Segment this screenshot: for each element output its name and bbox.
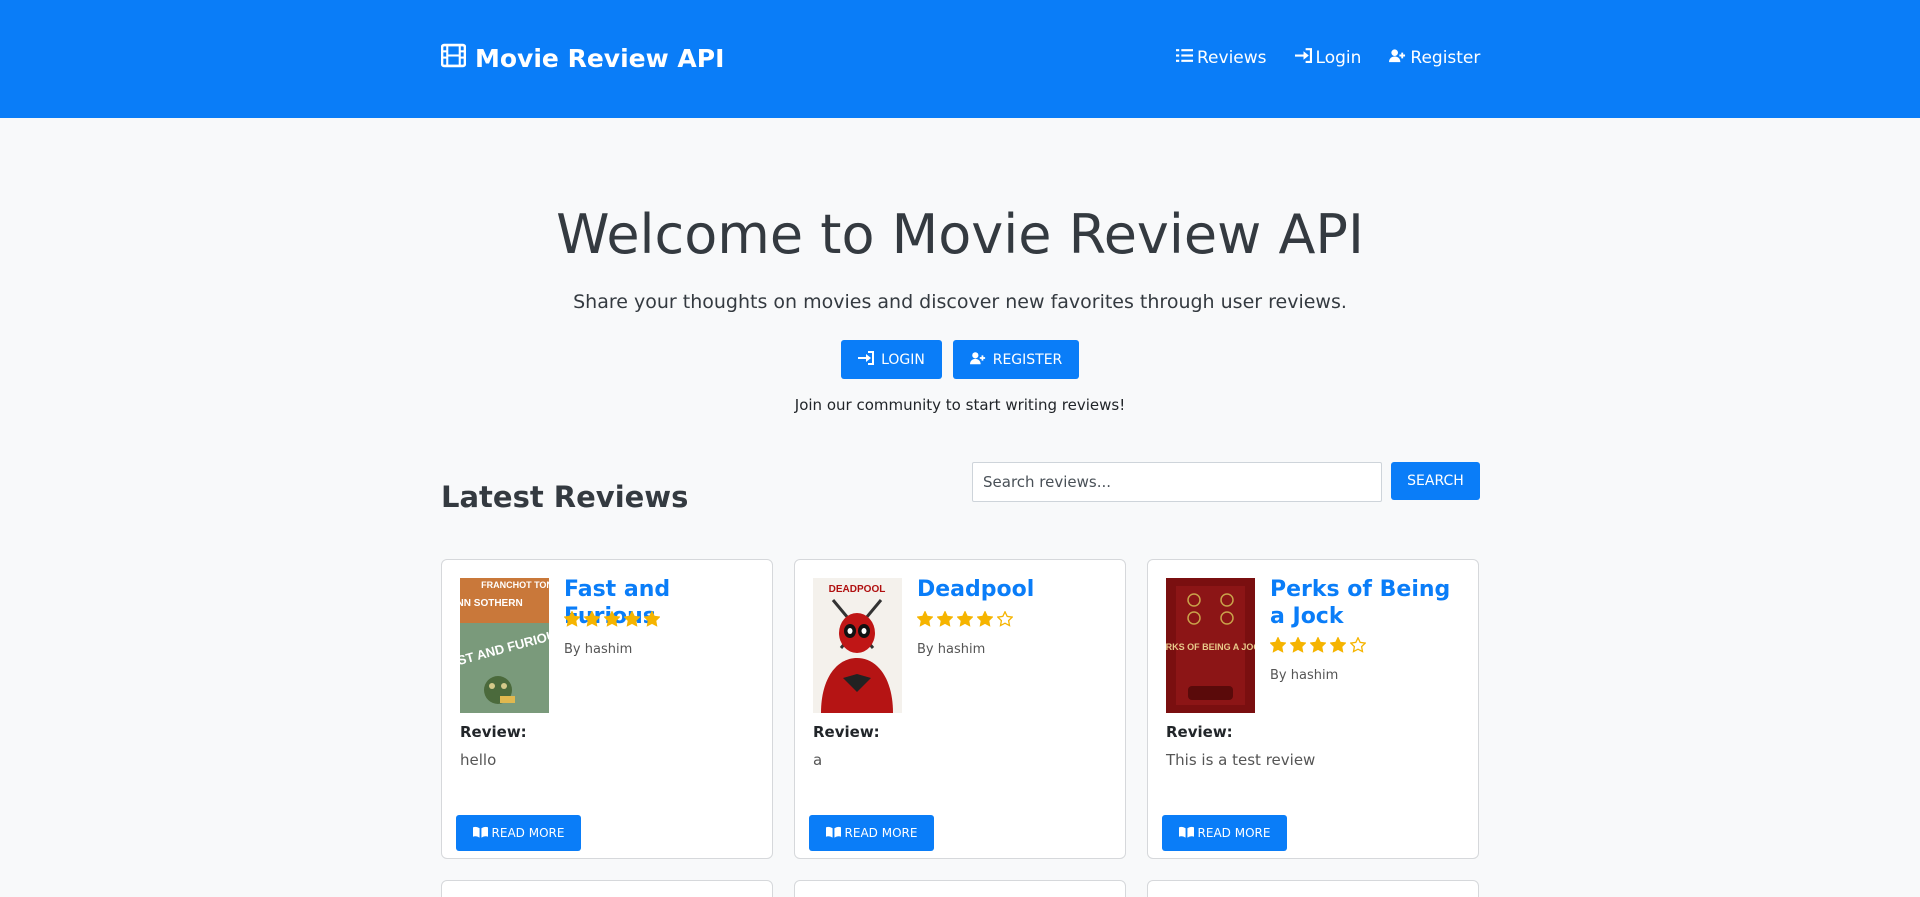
star-filled-icon — [1309, 636, 1327, 657]
brand[interactable]: Movie Review API — [440, 43, 725, 74]
sign-in-icon — [858, 350, 881, 369]
brand-title: Movie Review API — [475, 44, 725, 73]
read-more-label: Read More — [1197, 826, 1271, 840]
review-label: Review: — [460, 723, 527, 741]
read-more-button[interactable]: Read More — [809, 815, 934, 851]
nav-links: Reviews Login Register — [1176, 48, 1480, 68]
read-more-button[interactable]: Read More — [456, 815, 581, 851]
review-author: By hashim — [917, 642, 986, 657]
star-filled-icon — [623, 610, 641, 631]
star-filled-icon — [956, 610, 974, 631]
poster-text: ANN SOTHERN — [460, 598, 523, 609]
review-label: Review: — [813, 723, 880, 741]
star-empty-icon — [1349, 636, 1367, 657]
user-plus-icon — [1389, 48, 1410, 68]
login-button-label: Login — [881, 351, 925, 368]
poster-text: FRANCHOT TONE — [481, 580, 549, 590]
review-card: DEADPOOL Deadpool By hashim Review: a Re… — [794, 559, 1126, 859]
movie-title-link[interactable]: Perks of Being a Jock — [1270, 576, 1465, 630]
join-text: Join our community to start writing revi… — [794, 396, 1126, 414]
nav-link-label: Login — [1315, 48, 1362, 68]
star-rating — [563, 610, 661, 631]
movie-poster[interactable]: PERKS OF BEING A JOCK — [1166, 578, 1255, 713]
star-filled-icon — [976, 610, 994, 631]
book-open-icon — [825, 826, 845, 841]
star-filled-icon — [936, 610, 954, 631]
sign-in-icon — [1294, 48, 1316, 68]
search-input[interactable] — [972, 462, 1382, 502]
review-text: This is a test review — [1166, 751, 1316, 769]
hero-buttons: Login Register — [841, 340, 1079, 379]
register-button[interactable]: Register — [953, 340, 1079, 379]
book-open-icon — [472, 826, 492, 841]
review-author: By hashim — [1270, 668, 1339, 683]
review-card: PERKS OF BEING A JOCK Perks of Being a J… — [1147, 559, 1479, 859]
star-filled-icon — [916, 610, 934, 631]
hero-title: Welcome to Movie Review API — [556, 203, 1364, 266]
star-filled-icon — [583, 610, 601, 631]
review-card: FRANCHOT TONE ANN SOTHERN FAST AND FURIO… — [441, 559, 773, 859]
register-button-label: Register — [992, 351, 1063, 368]
nav-link-label: Reviews — [1197, 48, 1267, 68]
read-more-button[interactable]: Read More — [1162, 815, 1287, 851]
star-filled-icon — [563, 610, 581, 631]
movie-poster[interactable]: FRANCHOT TONE ANN SOTHERN FAST AND FURIO… — [460, 578, 549, 713]
nav-link-label: Register — [1410, 48, 1481, 68]
nav-link-reviews[interactable]: Reviews — [1176, 48, 1267, 68]
star-rating — [916, 610, 1014, 631]
review-card — [441, 880, 773, 897]
navbar: Movie Review API Reviews Login Register — [0, 0, 1920, 118]
star-rating — [1269, 636, 1367, 657]
star-filled-icon — [1269, 636, 1287, 657]
poster-text: PERKS OF BEING A JOCK — [1166, 642, 1255, 652]
review-text: hello — [460, 751, 497, 769]
latest-reviews-heading: Latest Reviews — [441, 480, 689, 514]
star-filled-icon — [603, 610, 621, 631]
star-filled-icon — [1329, 636, 1347, 657]
user-plus-icon — [969, 351, 993, 369]
star-filled-icon — [1289, 636, 1307, 657]
list-icon — [1176, 48, 1197, 68]
review-card — [794, 880, 1126, 897]
read-more-label: Read More — [491, 826, 565, 840]
star-filled-icon — [643, 610, 661, 631]
search-button[interactable]: Search — [1391, 462, 1480, 500]
nav-link-register[interactable]: Register — [1389, 48, 1480, 68]
movie-poster[interactable]: DEADPOOL — [813, 578, 902, 713]
star-empty-icon — [996, 610, 1014, 631]
movie-title-link[interactable]: Deadpool — [917, 576, 1112, 603]
book-open-icon — [1178, 826, 1198, 841]
read-more-label: Read More — [844, 826, 918, 840]
review-text: a — [813, 751, 823, 769]
review-card — [1147, 880, 1479, 897]
review-author: By hashim — [564, 642, 633, 657]
hero-subtitle: Share your thoughts on movies and discov… — [573, 291, 1347, 313]
review-label: Review: — [1166, 723, 1233, 741]
login-button[interactable]: Login — [841, 340, 942, 379]
film-icon — [440, 43, 475, 74]
nav-link-login[interactable]: Login — [1294, 48, 1362, 68]
poster-text: DEADPOOL — [829, 584, 886, 595]
